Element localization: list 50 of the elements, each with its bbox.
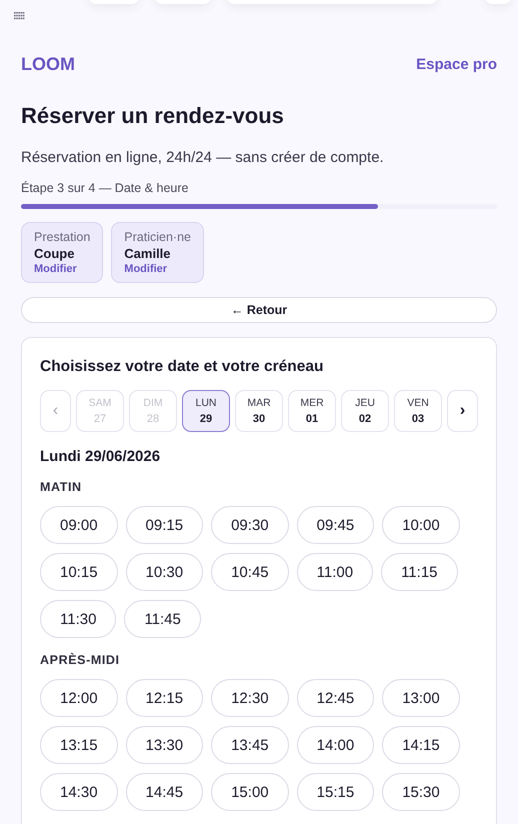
time-slot[interactable]: 12:15 (126, 679, 204, 717)
summary-value: Camille (124, 246, 172, 261)
next-button[interactable]: › (447, 390, 478, 432)
time-slot[interactable]: 13:30 (126, 726, 204, 764)
back-button[interactable]: ← Retour (21, 297, 497, 323)
time-slot[interactable]: 13:15 (40, 726, 118, 764)
summary-label: Praticien·ne (124, 230, 191, 244)
time-slot[interactable]: 14:15 (382, 726, 460, 764)
time-slot[interactable]: 09:45 (296, 506, 374, 544)
page-title: Réserver un rendez-vous (21, 103, 285, 129)
time-slot[interactable]: 09:30 (211, 506, 289, 544)
time-slot[interactable]: 10:00 (382, 506, 460, 544)
pro-link[interactable]: Espace pro (416, 56, 497, 73)
grid-icon[interactable] (14, 12, 25, 20)
time-slot[interactable]: 11:30 (40, 600, 116, 638)
summary-value: Coupe (34, 246, 76, 261)
time-slot[interactable]: 12:00 (40, 679, 118, 717)
day-button[interactable]: MAR 30 (235, 390, 283, 432)
time-slot[interactable]: 15:15 (296, 773, 374, 811)
time-slot[interactable]: 12:45 (296, 679, 374, 717)
time-slot[interactable]: 10:15 (40, 553, 118, 591)
time-slot[interactable]: 15:30 (382, 773, 460, 811)
section-heading: MATIN (40, 480, 83, 494)
time-slot[interactable]: 15:00 (211, 773, 289, 811)
modify-link[interactable]: Modifier (124, 263, 191, 275)
section-heading: APRÈS-MIDI (40, 653, 121, 667)
time-slot[interactable]: 14:45 (126, 773, 204, 811)
time-slot[interactable]: 10:30 (126, 553, 204, 591)
summary-label: Prestation (34, 230, 90, 244)
time-slot[interactable]: 11:00 (296, 553, 374, 591)
day-button[interactable]: JEU 02 (341, 390, 389, 432)
selected-date: Lundi 29/06/2026 (40, 448, 162, 465)
subtitle: Réservation en ligne, 24h/24 — sans créer de compte. (21, 149, 385, 166)
card-title: Choisissez votre date et votre créneau (40, 358, 324, 376)
time-slot[interactable]: 11:15 (381, 553, 458, 591)
time-slot[interactable]: 09:15 (126, 506, 204, 544)
time-slot[interactable]: 12:30 (211, 679, 289, 717)
time-slot[interactable]: 13:00 (382, 679, 460, 717)
step-label: Étape 3 sur 4 — Date & heure (21, 181, 190, 195)
day-button[interactable]: VEN 03 (394, 390, 442, 432)
day-button[interactable]: MER 01 (288, 390, 336, 432)
day-button[interactable]: LUN 29 (182, 390, 230, 432)
time-slot[interactable]: 09:00 (40, 506, 118, 544)
time-slot[interactable]: 13:45 (211, 726, 289, 764)
time-slot[interactable]: 10:45 (211, 553, 289, 591)
time-slot[interactable]: 14:30 (40, 773, 118, 811)
time-slot[interactable]: 14:00 (296, 726, 374, 764)
brand-logo[interactable]: LOOM (21, 54, 75, 75)
time-slot[interactable]: 11:45 (124, 600, 201, 638)
modify-link[interactable]: Modifier (34, 263, 90, 275)
